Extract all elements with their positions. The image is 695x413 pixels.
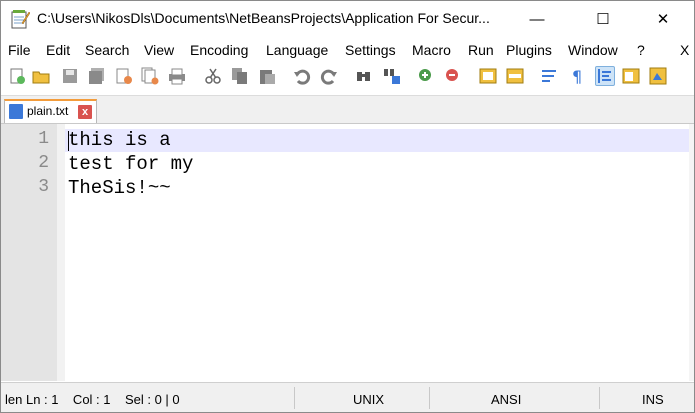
doc-map-icon[interactable] — [622, 67, 640, 85]
status-bar: len Ln : 1 Col : 1 Sel : 0 | 0 UNIX ANSI… — [1, 382, 694, 412]
minimize-button[interactable]: — — [514, 1, 560, 37]
close-window-button[interactable]: ✕ — [640, 1, 686, 37]
line-number: 1 — [38, 129, 49, 149]
save-all-icon[interactable] — [88, 67, 106, 85]
status-position: len Ln : 1 Col : 1 Sel : 0 | 0 — [5, 392, 180, 407]
status-encoding: ANSI — [491, 392, 522, 407]
file-icon — [9, 104, 23, 119]
menu-close-doc[interactable]: X — [680, 42, 689, 58]
function-list-icon[interactable] — [649, 67, 667, 85]
close-all-icon[interactable] — [141, 67, 159, 85]
menu-settings[interactable]: Settings — [345, 42, 396, 58]
show-all-chars-icon[interactable]: ¶ — [568, 67, 586, 85]
menu-help[interactable]: ? — [637, 42, 645, 58]
menu-encoding[interactable]: Encoding — [190, 42, 248, 58]
notepad-app-icon — [11, 10, 30, 29]
menu-plugins[interactable]: Plugins — [506, 42, 552, 58]
title-bar[interactable]: C:\Users\NikosDls\Documents\NetBeansProj… — [1, 1, 694, 37]
menu-run[interactable]: Run — [468, 42, 494, 58]
maximize-button[interactable]: ☐ — [580, 1, 626, 37]
open-file-icon[interactable] — [32, 67, 50, 85]
close-icon[interactable] — [115, 67, 133, 85]
save-icon[interactable] — [61, 67, 79, 85]
status-separator — [429, 387, 430, 409]
menu-macro[interactable]: Macro — [412, 42, 451, 58]
line-number: 3 — [38, 177, 49, 197]
menu-window[interactable]: Window — [568, 42, 618, 58]
word-wrap-icon[interactable] — [541, 67, 559, 85]
undo-icon[interactable] — [293, 67, 311, 85]
tab-plain-txt[interactable]: plain.txt x — [4, 99, 97, 123]
zoom-in-icon[interactable] — [417, 67, 435, 85]
toolbar: ¶ — [1, 63, 694, 91]
line-number-gutter: 1 2 3 — [1, 124, 57, 381]
menu-language[interactable]: Language — [266, 42, 328, 58]
status-insert-mode: INS — [642, 392, 664, 407]
zoom-out-icon[interactable] — [444, 67, 462, 85]
redo-icon[interactable] — [320, 67, 338, 85]
menu-file[interactable]: File — [8, 42, 31, 58]
print-icon[interactable] — [168, 67, 186, 85]
sync-horizontal-icon[interactable] — [506, 67, 524, 85]
copy-icon[interactable] — [231, 67, 249, 85]
status-separator — [599, 387, 600, 409]
status-separator — [294, 387, 295, 409]
replace-icon[interactable] — [383, 67, 401, 85]
tab-close-button[interactable]: x — [78, 105, 92, 119]
menu-edit[interactable]: Edit — [46, 42, 70, 58]
vertical-scrollbar[interactable] — [689, 124, 694, 381]
tab-label: plain.txt — [27, 104, 69, 118]
menu-bar: File Edit Search View Encoding Language … — [1, 39, 694, 63]
indent-guide-icon[interactable] — [595, 66, 615, 86]
line-number: 2 — [38, 153, 49, 173]
svg-text:¶: ¶ — [572, 67, 582, 85]
fold-margin — [57, 124, 65, 381]
text-line[interactable]: test for my — [68, 153, 193, 175]
notepad-window: C:\Users\NikosDls\Documents\NetBeansProj… — [0, 0, 695, 413]
new-file-icon[interactable] — [8, 67, 26, 85]
text-caret — [68, 131, 69, 151]
find-icon[interactable] — [355, 67, 373, 85]
text-line[interactable]: TheSis!~~ — [68, 177, 171, 199]
tab-bar: plain.txt x — [1, 95, 694, 124]
window-title: C:\Users\NikosDls\Documents\NetBeansProj… — [37, 10, 490, 26]
status-eol: UNIX — [353, 392, 385, 407]
menu-view[interactable]: View — [144, 42, 174, 58]
paste-icon[interactable] — [258, 67, 276, 85]
editor-area[interactable]: 1 2 3 this is a test for my TheSis!~~ — [1, 123, 694, 381]
text-line[interactable]: this is a — [68, 129, 171, 151]
cut-icon[interactable] — [204, 67, 222, 85]
menu-search[interactable]: Search — [85, 42, 129, 58]
sync-vertical-icon[interactable] — [479, 67, 497, 85]
